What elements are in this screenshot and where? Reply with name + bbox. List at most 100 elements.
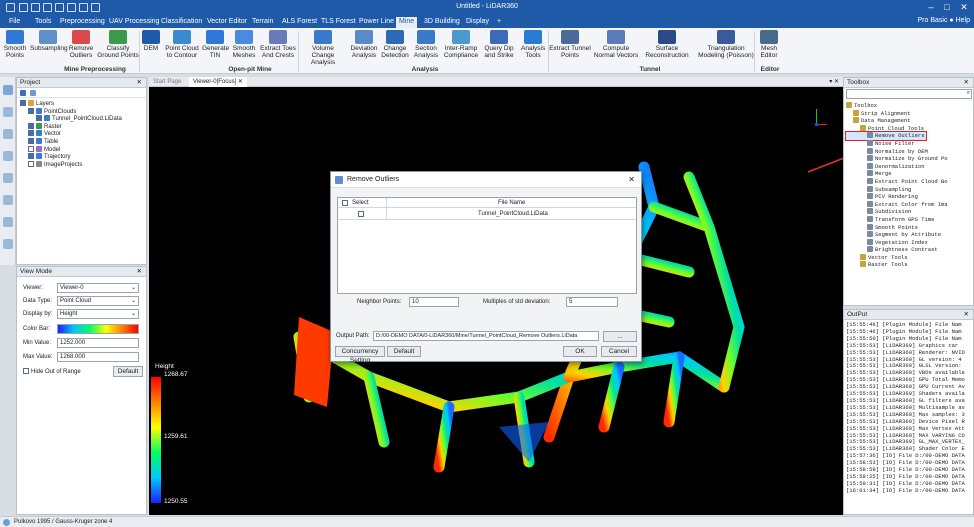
- menu-right-tools[interactable]: Pro Basic ● Help: [918, 17, 970, 24]
- ribbon-button-remove-outliers[interactable]: Remove Outliers: [67, 30, 95, 59]
- tool-icon[interactable]: [3, 107, 13, 117]
- layer-checkbox[interactable]: [20, 100, 26, 106]
- output-path-input[interactable]: D:/00-DEMO DATA/0-LiDAR360/Mine/Tunnel_P…: [373, 331, 599, 341]
- toolbox-item[interactable]: Noise Filter: [846, 139, 973, 148]
- tool-icon[interactable]: [3, 195, 13, 205]
- tool-icon[interactable]: [3, 173, 13, 183]
- toolbox-item[interactable]: Normalize by DEM: [846, 147, 973, 156]
- project-tab-icon[interactable]: [3, 85, 13, 95]
- menu-mine[interactable]: Mine: [396, 17, 418, 28]
- toolbox-item[interactable]: Segment by Attribute: [846, 231, 973, 239]
- ribbon-button-classify-ground[interactable]: Classify Ground Points: [96, 30, 140, 59]
- dialog-close-button[interactable]: ✕: [628, 172, 635, 188]
- ribbon-button-surface[interactable]: Surface Reconstruction: [640, 30, 694, 59]
- close-window-button[interactable]: ✕: [957, 2, 971, 13]
- tool-icon[interactable]: [3, 239, 13, 249]
- ribbon-button-section[interactable]: Section Analysis: [412, 30, 440, 59]
- row-checkbox[interactable]: [358, 211, 364, 217]
- toolbox-item[interactable]: Vegetation Index: [846, 238, 973, 247]
- menu-tls-forest[interactable]: TLS Forest: [318, 17, 359, 28]
- multiples-std-input[interactable]: 5: [566, 297, 618, 307]
- toolbox-item[interactable]: Merge: [846, 170, 973, 178]
- layer-checkbox[interactable]: [36, 115, 42, 122]
- ribbon-button-normal[interactable]: Compute Normal Vectors: [592, 30, 640, 59]
- menu-classification[interactable]: Classification: [158, 17, 205, 28]
- toolbox-item[interactable]: PCV Rendering: [846, 193, 973, 201]
- tree-item[interactable]: Tunnel_PointCloud.LiData: [20, 115, 146, 123]
- layer-checkbox[interactable]: [28, 122, 34, 129]
- viewer-pin-icon[interactable]: ▾ ✕: [829, 77, 839, 87]
- select-all-checkbox[interactable]: [342, 200, 348, 206]
- ribbon-button-smooth-mesh[interactable]: Smooth Meshes: [230, 30, 258, 59]
- layer-checkbox[interactable]: [28, 137, 34, 144]
- maximize-button[interactable]: □: [940, 2, 954, 12]
- concurrency-setting-button[interactable]: Concurrency Setting: [335, 346, 385, 364]
- pin-icon[interactable]: ✕: [137, 267, 142, 277]
- toolbox-item[interactable]: Vector Tools: [846, 253, 973, 262]
- tree-item[interactable]: Trajectory: [20, 153, 146, 161]
- ribbon-button-smooth-points[interactable]: Smooth Points: [2, 30, 28, 59]
- toolbox-item[interactable]: Toolbox: [846, 102, 973, 110]
- neighbor-points-input[interactable]: 10: [409, 297, 459, 307]
- layer-checkbox[interactable]: [28, 130, 34, 137]
- menu-vector-editor[interactable]: Vector Editor: [204, 17, 250, 28]
- toolbox-item[interactable]: Extract Point Cloud Bo: [846, 177, 973, 186]
- ribbon-button-dem[interactable]: DEM: [142, 30, 160, 52]
- menu-display[interactable]: Display: [463, 17, 492, 28]
- tab-start-page[interactable]: Start Page: [153, 77, 181, 87]
- menu-add[interactable]: +: [494, 17, 504, 28]
- toolbox-item[interactable]: Transform GPS Time: [846, 215, 973, 224]
- tab-viewer-0[interactable]: Viewer-0[Focus] ✕: [189, 77, 247, 87]
- toolbox-item-remove-outliers[interactable]: Remove Outliers: [845, 131, 927, 141]
- ribbon-button-mesh-editor[interactable]: Mesh Editor: [757, 30, 781, 59]
- minimize-button[interactable]: –: [924, 2, 938, 12]
- toolbox-item[interactable]: Extract Color from Ima: [846, 200, 973, 209]
- layer-checkbox[interactable]: [28, 160, 34, 167]
- ribbon-button-contour[interactable]: Point Cloud to Contour: [163, 30, 201, 59]
- ribbon-button-toes[interactable]: Extract Toes And Crests: [259, 30, 297, 59]
- max-value-input[interactable]: 1268.000: [57, 352, 139, 362]
- tree-item[interactable]: Model: [20, 145, 146, 154]
- menu-3d-building[interactable]: 3D Building: [421, 17, 463, 28]
- layer-checkbox[interactable]: [28, 153, 34, 160]
- browse-button[interactable]: ...: [603, 331, 637, 342]
- ribbon-button-subsampling[interactable]: Subsampling: [30, 30, 68, 52]
- hide-out-of-range-checkbox[interactable]: [23, 368, 29, 374]
- toolbox-item[interactable]: Subdivision: [846, 208, 973, 216]
- tool-icon[interactable]: [3, 129, 13, 139]
- menu-file[interactable]: File: [6, 17, 23, 28]
- dialog-default-button[interactable]: Default: [387, 346, 421, 357]
- toolbox-item[interactable]: Data Management: [846, 117, 973, 125]
- menu-preprocessing[interactable]: Preprocessing: [57, 17, 108, 28]
- tree-item[interactable]: Table: [20, 137, 146, 146]
- toolbox-item[interactable]: Brightness Contrast: [846, 246, 973, 254]
- tree-item[interactable]: Layers: [20, 100, 146, 108]
- toolbox-item[interactable]: Smooth Points: [846, 223, 973, 232]
- tree-item[interactable]: ImageProjects: [20, 160, 146, 169]
- tool-icon[interactable]: [3, 217, 13, 227]
- pin-icon[interactable]: ✕: [964, 78, 969, 88]
- ribbon-button-volume[interactable]: Volume Change Analysis: [300, 30, 346, 66]
- ribbon-button-ramp[interactable]: Inter-Ramp Compliance: [443, 30, 479, 59]
- menu-terrain[interactable]: Terrain: [249, 17, 276, 28]
- menu-tools[interactable]: Tools: [32, 17, 54, 28]
- min-value-input[interactable]: 1252.000: [57, 338, 139, 348]
- viewer-select[interactable]: Viewer-0 ⌄: [57, 283, 139, 293]
- data-type-select[interactable]: Point Cloud ⌄: [57, 296, 139, 306]
- ribbon-button-change[interactable]: Change Detection: [380, 30, 410, 59]
- toolbox-item[interactable]: Subsampling: [846, 185, 973, 194]
- ribbon-button-poisson[interactable]: Triangulation Modeling (Poisson): [698, 30, 754, 59]
- toolbox-item[interactable]: Raster Tools: [846, 261, 973, 269]
- layer-checkbox[interactable]: [28, 107, 34, 114]
- menu-power-line[interactable]: Power Line: [356, 17, 397, 28]
- add-data-icon[interactable]: [20, 90, 26, 96]
- toolbox-search-input[interactable]: ⌕: [846, 89, 972, 99]
- ribbon-button-deviation[interactable]: Deviation Analysis: [349, 30, 379, 59]
- menu-als-forest[interactable]: ALS Forest: [279, 17, 320, 28]
- tree-item[interactable]: Vector: [20, 130, 146, 138]
- table-row[interactable]: Tunnel_PointCloud.LiData: [338, 208, 636, 220]
- pin-icon[interactable]: ✕: [137, 78, 142, 88]
- toolbox-item[interactable]: Denormalization: [846, 162, 973, 171]
- toolbox-item[interactable]: Normalize by Ground Po: [846, 155, 973, 163]
- ok-button[interactable]: OK: [563, 346, 597, 357]
